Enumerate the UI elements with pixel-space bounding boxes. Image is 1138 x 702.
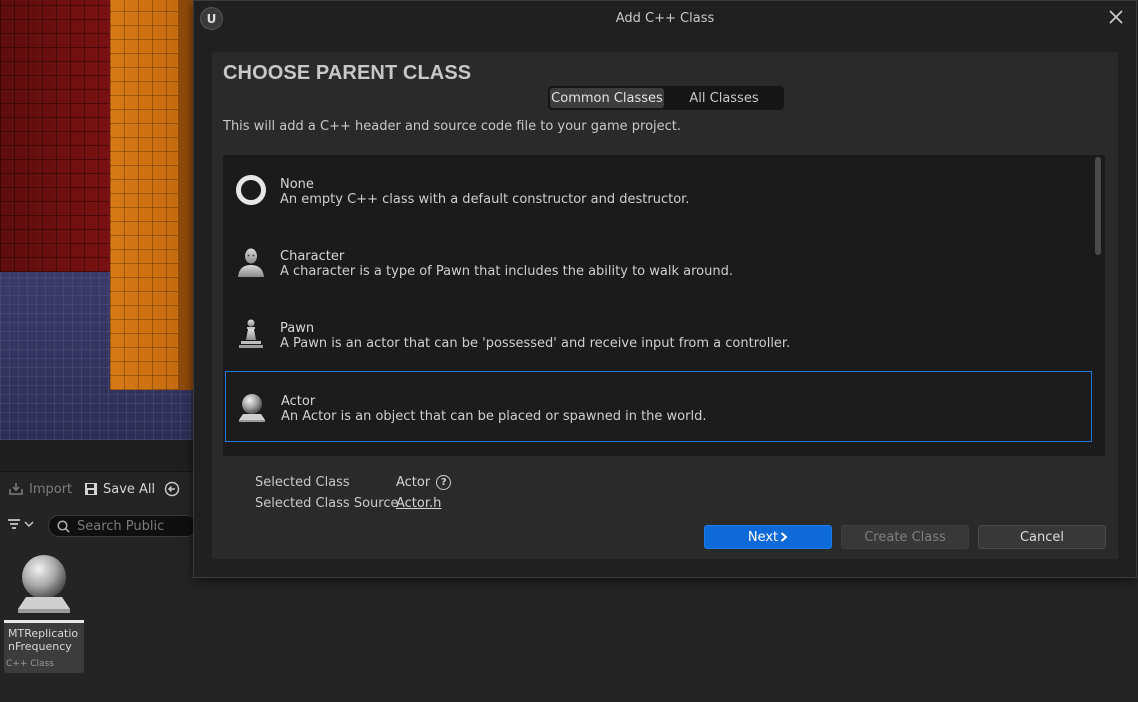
class-item-character[interactable]: Character A character is a type of Pawn … <box>225 227 1092 298</box>
search-icon <box>57 519 70 533</box>
selected-class-value: Actor ? <box>396 475 452 490</box>
class-list-scrollbar[interactable] <box>1095 157 1101 255</box>
asset-type-color-bar <box>4 620 84 623</box>
character-icon <box>238 248 264 277</box>
import-label: Import <box>29 481 73 497</box>
viewport-red-wall <box>0 0 112 272</box>
cancel-button[interactable]: Cancel <box>978 525 1106 549</box>
dialog-title: Add C++ Class <box>615 11 715 26</box>
tab-common-classes[interactable]: Common Classes <box>550 88 664 108</box>
search-placeholder: Search Public <box>77 518 165 534</box>
dialog-titlebar[interactable]: U Add C++ Class <box>194 1 1136 37</box>
help-icon[interactable]: ? <box>436 475 452 490</box>
dialog-body: CHOOSE PARENT CLASS Common Classes All C… <box>212 52 1118 559</box>
actor-sphere-icon <box>18 555 70 613</box>
class-description: A character is a type of Pawn that inclu… <box>280 264 733 279</box>
page-title: CHOOSE PARENT CLASS <box>223 62 472 84</box>
add-cpp-class-dialog: U Add C++ Class CHOOSE PARENT CLASS Comm… <box>193 0 1137 578</box>
import-icon <box>9 483 23 495</box>
class-description: A Pawn is an actor that can be 'possesse… <box>280 336 791 351</box>
class-item-pawn[interactable]: Pawn A Pawn is an actor that can be 'pos… <box>225 299 1092 370</box>
ring-icon <box>236 175 266 205</box>
asset-name: MTReplicationFrequency <box>8 627 79 653</box>
level-viewport[interactable] <box>0 0 193 440</box>
import-button[interactable]: Import <box>8 479 72 499</box>
history-back-button[interactable] <box>164 479 180 499</box>
selected-source-link[interactable]: Actor.h <box>396 496 441 511</box>
parent-class-list[interactable]: None An empty C++ class with a default c… <box>223 155 1105 456</box>
content-browser-toolbar: Import Save All <box>0 476 193 502</box>
class-tabs: Common Classes All Classes <box>548 86 784 110</box>
selected-class-label: Selected Class <box>255 475 350 490</box>
content-browser: Import Save All Search Public MTReplicat… <box>0 440 198 702</box>
chevron-right-icon <box>780 532 788 542</box>
dialog-description: This will add a C++ header and source co… <box>223 119 682 134</box>
chevron-down-icon <box>24 521 34 528</box>
asset-type: C++ Class <box>6 659 54 669</box>
class-description: An empty C++ class with a default constr… <box>280 192 690 207</box>
class-description: An Actor is an object that can be placed… <box>281 409 707 424</box>
content-browser-topbar <box>0 440 193 472</box>
class-name: Character <box>280 249 345 264</box>
asset-thumbnail <box>4 545 84 621</box>
search-input[interactable]: Search Public <box>48 515 198 537</box>
filter-icon <box>8 519 20 529</box>
next-button[interactable]: Next <box>704 525 832 549</box>
filter-row: Search Public <box>0 514 198 538</box>
save-all-label: Save All <box>103 481 156 497</box>
class-item-none[interactable]: None An empty C++ class with a default c… <box>225 155 1092 226</box>
next-label: Next <box>747 529 779 545</box>
class-name: Actor <box>281 394 316 409</box>
save-all-button[interactable]: Save All <box>84 479 155 499</box>
close-button[interactable] <box>1103 4 1129 30</box>
pawn-icon <box>239 319 263 348</box>
selected-class-name: Actor <box>396 475 431 490</box>
close-icon <box>1109 10 1123 24</box>
class-name: None <box>280 177 314 192</box>
filter-button[interactable] <box>7 518 34 530</box>
class-item-actor[interactable]: Actor An Actor is an object that can be … <box>225 371 1092 442</box>
viewport-pillar-shade <box>178 0 193 390</box>
history-back-icon <box>164 481 180 497</box>
class-name: Pawn <box>280 321 315 336</box>
actor-sphere-icon <box>239 394 265 422</box>
selected-source-label: Selected Class Source <box>255 496 399 511</box>
save-icon <box>85 483 97 495</box>
tab-all-classes[interactable]: All Classes <box>668 88 780 108</box>
asset-tile[interactable]: MTReplicationFrequency C++ Class <box>4 545 84 673</box>
create-class-button[interactable]: Create Class <box>841 525 969 549</box>
